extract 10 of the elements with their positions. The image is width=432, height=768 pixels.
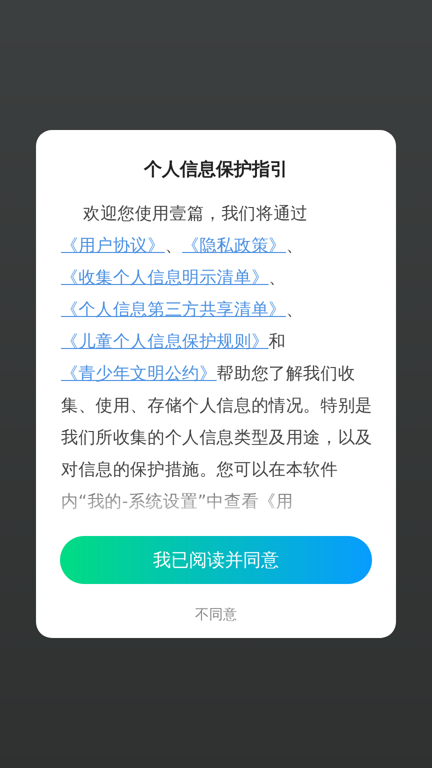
agreement-link[interactable]: 《青少年文明公约》 [61, 364, 217, 384]
agreement-link[interactable]: 《儿童个人信息保护规则》 [61, 332, 269, 352]
agree-button[interactable]: 我已阅读并同意 [60, 536, 372, 584]
decline-link[interactable]: 不同意 [195, 606, 237, 624]
agreement-link[interactable]: 《用户协议》 [61, 236, 165, 256]
agreement-link[interactable]: 《隐私政策》 [182, 236, 286, 256]
agreement-link[interactable]: 《收集个人信息明示清单》 [61, 268, 269, 288]
agreement-paragraph: 欢迎您使用壹篇，我们将通过 《用户协议》、《隐私政策》、 《收集个人信息明示清单》、 《个人信息第三方共享清单》、 《儿童个人信息保护规则》和 《青少年文明公约》帮助您了解我们收集、使用、存储个人信息的情况。特别是我们所收集的个人信息类型及用途，以及对信息的保护措施。您可以在本软件内“我的-系统设置”中查看《用 [61, 203, 374, 514]
dialog-title: 个人信息保护指引 [142, 158, 289, 182]
agreement-link[interactable]: 《个人信息第三方共享清单》 [61, 300, 286, 320]
